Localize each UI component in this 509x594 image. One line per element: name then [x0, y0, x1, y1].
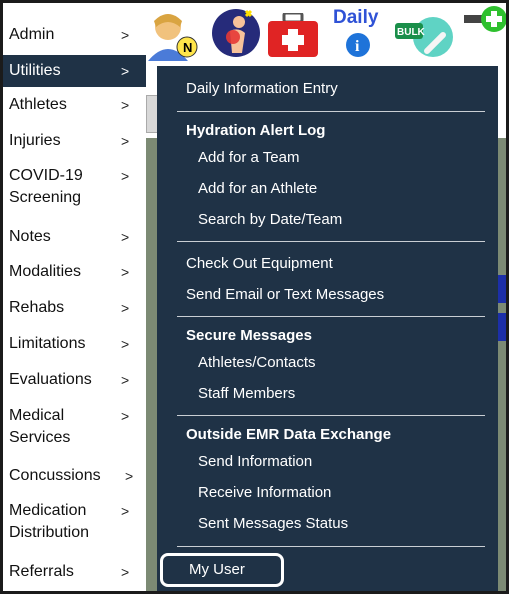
chevron-right-icon: > [121, 168, 130, 184]
hydration-icon[interactable] [464, 3, 506, 42]
bulk-entry-icon[interactable]: BULK [391, 9, 457, 64]
menu-item-add-for-a-team[interactable]: Add for a Team [198, 148, 299, 168]
injury-icon[interactable] [210, 7, 262, 66]
sidebar-item-athletes[interactable]: Athletes > [3, 95, 146, 119]
svg-text:i: i [355, 38, 360, 55]
menu-item-staff-members[interactable]: Staff Members [198, 384, 295, 404]
sidebar-item-label: Utilities [9, 62, 61, 79]
menu-item-add-for-an-athlete[interactable]: Add for an Athlete [198, 179, 317, 199]
sidebar-item-label: Injuries [9, 132, 61, 149]
sidebar-nav: Admin > Utilities > Athletes > Injuries … [3, 3, 146, 591]
sidebar-item-covid-19-screening[interactable]: COVID-19 Screening > [3, 166, 146, 210]
menu-item-receive-information[interactable]: Receive Information [198, 483, 331, 503]
menu-item-send-information[interactable]: Send Information [198, 452, 312, 472]
sidebar-item-label: Notes [9, 228, 51, 245]
sidebar-item-admin[interactable]: Admin > [3, 25, 146, 49]
menu-heading-hydration-alert-log: Hydration Alert Log [186, 122, 326, 139]
menu-divider [177, 111, 485, 112]
sidebar-item-modalities[interactable]: Modalities > [3, 262, 146, 286]
sidebar-item-rehabs[interactable]: Rehabs > [3, 298, 146, 322]
daily-info-icon[interactable]: Daily i [329, 3, 387, 64]
sidebar-item-label: Modalities [9, 263, 82, 280]
chevron-right-icon: > [121, 564, 130, 580]
menu-divider [177, 241, 485, 242]
menu-divider [177, 415, 485, 416]
sidebar-item-label: Medication [9, 502, 87, 519]
sidebar-item-limitations[interactable]: Limitations > [3, 334, 146, 358]
sidebar-item-label: Athletes [9, 96, 67, 113]
menu-item-send-email-or-text-messages[interactable]: Send Email or Text Messages [186, 285, 384, 305]
sidebar-item-label-line2: Distribution [9, 524, 90, 541]
sidebar-item-label: Rehabs [9, 299, 65, 316]
sidebar-item-label: Limitations [9, 335, 86, 352]
menu-heading-outside-emr-data-exchange: Outside EMR Data Exchange [186, 426, 392, 443]
sidebar-item-label-line2: Services [9, 429, 71, 446]
chevron-right-icon: > [121, 372, 130, 388]
menu-item-daily-information-entry[interactable]: Daily Information Entry [186, 79, 338, 99]
bulk-text: BULK [397, 27, 426, 38]
sidebar-item-label: Medical [9, 407, 65, 424]
sidebar-item-label: Evaluations [9, 371, 92, 388]
chevron-right-icon: > [121, 63, 130, 79]
chevron-right-icon: > [121, 503, 130, 519]
sidebar-item-label: COVID-19 [9, 167, 83, 184]
menu-item-check-out-equipment[interactable]: Check Out Equipment [186, 254, 333, 274]
menu-item-my-user[interactable]: My User [189, 560, 245, 580]
utilities-dropdown-menu: Daily Information Entry Hydration Alert … [157, 66, 498, 591]
chevron-right-icon: > [121, 264, 130, 280]
chevron-right-icon: > [121, 408, 130, 424]
menu-heading-secure-messages: Secure Messages [186, 327, 312, 344]
sidebar-item-medical-services[interactable]: Medical Services > [3, 406, 146, 450]
chevron-right-icon: > [121, 97, 130, 113]
sidebar-item-medication-distribution[interactable]: Medication Distribution > [3, 501, 146, 545]
sidebar-item-label: Admin [9, 26, 55, 43]
menu-item-sent-messages-status[interactable]: Sent Messages Status [198, 514, 348, 534]
chevron-right-icon: > [121, 27, 130, 43]
chevron-right-icon: > [121, 336, 130, 352]
sidebar-item-utilities[interactable]: Utilities > [3, 55, 146, 87]
menu-item-search-by-date-team[interactable]: Search by Date/Team [198, 210, 342, 230]
first-aid-kit-icon[interactable] [266, 11, 320, 64]
sidebar-item-concussions[interactable]: Concussions > [3, 466, 146, 490]
menu-item-athletes-contacts[interactable]: Athletes/Contacts [198, 353, 316, 373]
sidebar-item-referrals[interactable]: Referrals > [3, 562, 146, 586]
daily-text: Daily [333, 7, 379, 28]
sidebar-item-label-line2: Screening [9, 189, 82, 206]
svg-text:N: N [183, 40, 192, 55]
sidebar-item-label: Referrals [9, 563, 74, 580]
chevron-right-icon: > [121, 300, 130, 316]
chevron-right-icon: > [121, 133, 130, 149]
chevron-right-icon: > [125, 468, 134, 484]
sidebar-item-injuries[interactable]: Injuries > [3, 131, 146, 155]
user-n-icon[interactable]: N [146, 7, 202, 66]
sidebar-item-evaluations[interactable]: Evaluations > [3, 370, 146, 394]
sidebar-item-notes[interactable]: Notes > [3, 227, 146, 251]
icon-toolbar: N Daily i BULK [146, 3, 506, 61]
chevron-right-icon: > [121, 229, 130, 245]
menu-divider [177, 316, 485, 317]
app-frame: N Daily i BULK Admin > Utilities > Athle… [3, 3, 506, 591]
menu-divider [177, 546, 485, 547]
sidebar-item-label: Concussions [9, 467, 101, 484]
